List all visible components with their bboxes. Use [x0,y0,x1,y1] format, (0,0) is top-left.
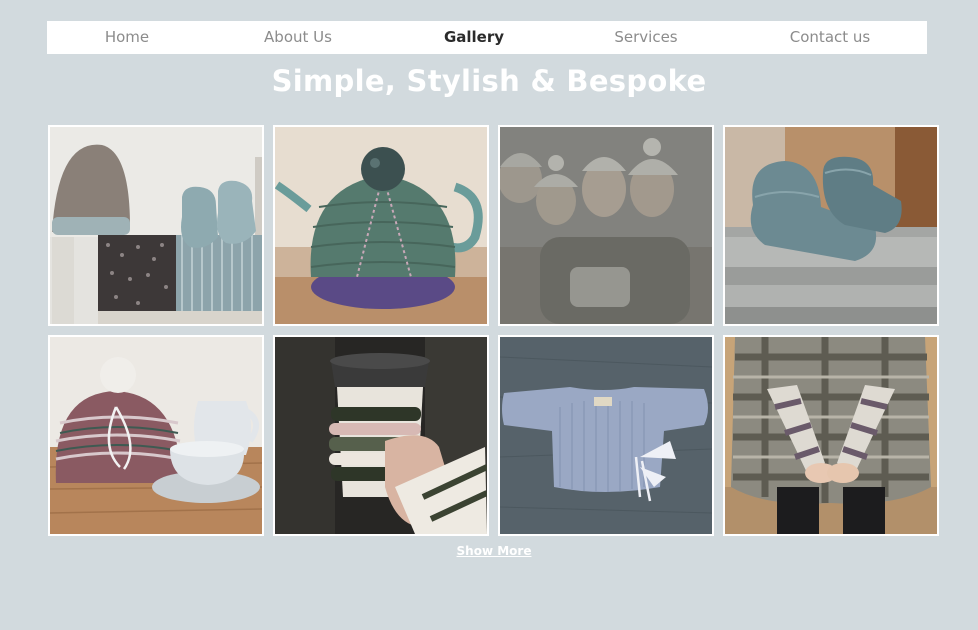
gallery-image-women-hats [500,127,712,324]
nav-contact-us[interactable]: Contact us [790,21,870,54]
gallery-tile-4[interactable] [723,125,939,326]
gallery-tile-2[interactable] [273,125,489,326]
gallery-image-fingerless-gloves [725,337,937,534]
gallery-image-tea-set [50,337,262,534]
gallery-tile-7[interactable] [498,335,714,536]
page-title: Simple, Stylish & Bespoke [271,64,707,98]
gallery-image-baby-cardigan [500,337,712,534]
top-navigation: Home About Us Gallery Services Contact u… [47,21,927,54]
gallery-tile-5[interactable] [48,335,264,536]
nav-about-us[interactable]: About Us [264,21,332,54]
gallery-image-booties-blanket [725,127,937,324]
nav-gallery[interactable]: Gallery [444,21,504,54]
gallery-image-hat-booties [50,127,262,324]
nav-home[interactable]: Home [105,21,149,54]
gallery-image-cup-sleeve [275,337,487,534]
show-more-link[interactable]: Show More [0,544,978,558]
gallery-tile-6[interactable] [273,335,489,536]
nav-services[interactable]: Services [614,21,677,54]
gallery-tile-8[interactable] [723,335,939,536]
gallery-image-tea-cosy [275,127,487,324]
gallery-tile-3[interactable] [498,125,714,326]
gallery-tile-1[interactable] [48,125,264,326]
